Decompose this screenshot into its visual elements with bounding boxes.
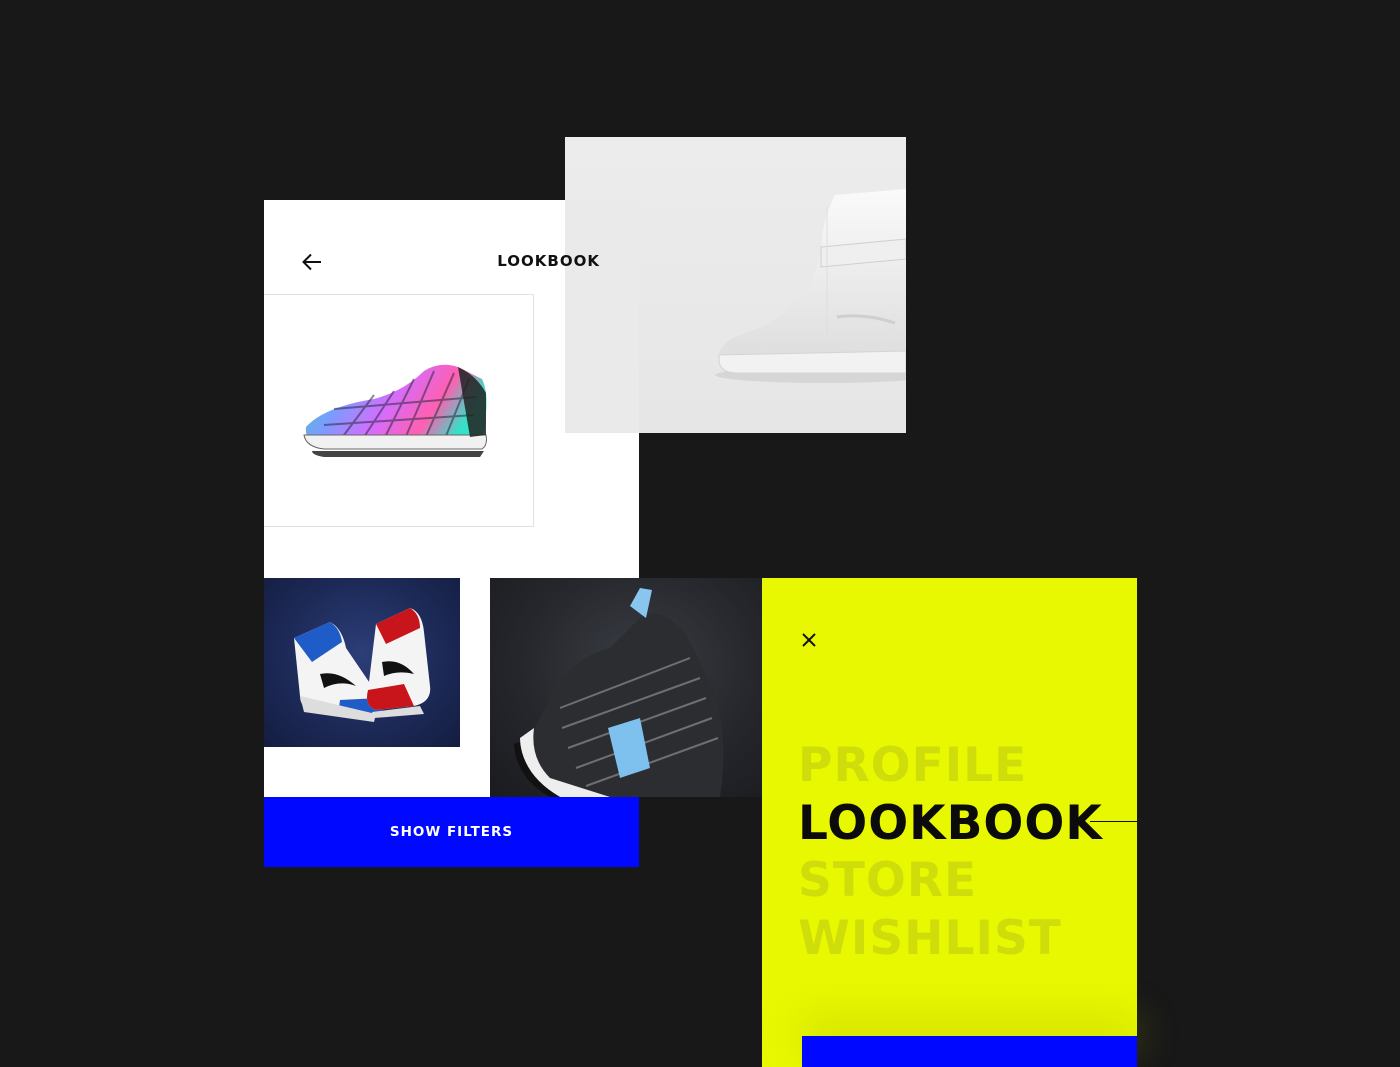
card-overlap: [565, 200, 639, 433]
iridescent-sneaker-image: [303, 364, 487, 457]
active-indicator-line: [1090, 821, 1137, 822]
menu-item-store[interactable]: STORE: [798, 852, 1128, 910]
menu-item-wishlist[interactable]: WISHLIST: [798, 910, 1128, 968]
product-card-iridescent-runner[interactable]: [264, 294, 534, 527]
back-button[interactable]: [296, 246, 328, 278]
page-title: LOOKBOOK: [497, 252, 600, 270]
product-photo-nmd-runner[interactable]: [490, 578, 762, 797]
close-button[interactable]: [796, 627, 822, 653]
nmd-sneaker-image: [514, 588, 724, 797]
menu-item-lookbook[interactable]: LOOKBOOK: [798, 795, 1128, 853]
close-icon: [802, 633, 816, 647]
menu-item-profile[interactable]: PROFILE: [798, 737, 1128, 795]
jordan-sneakers-image: [294, 608, 431, 722]
show-filters-button[interactable]: SHOW FILTERS: [264, 797, 639, 867]
product-photo-jordan-pair[interactable]: [264, 578, 460, 747]
menu-cta-button[interactable]: [802, 1036, 1137, 1067]
arrow-left-icon: [302, 253, 321, 271]
